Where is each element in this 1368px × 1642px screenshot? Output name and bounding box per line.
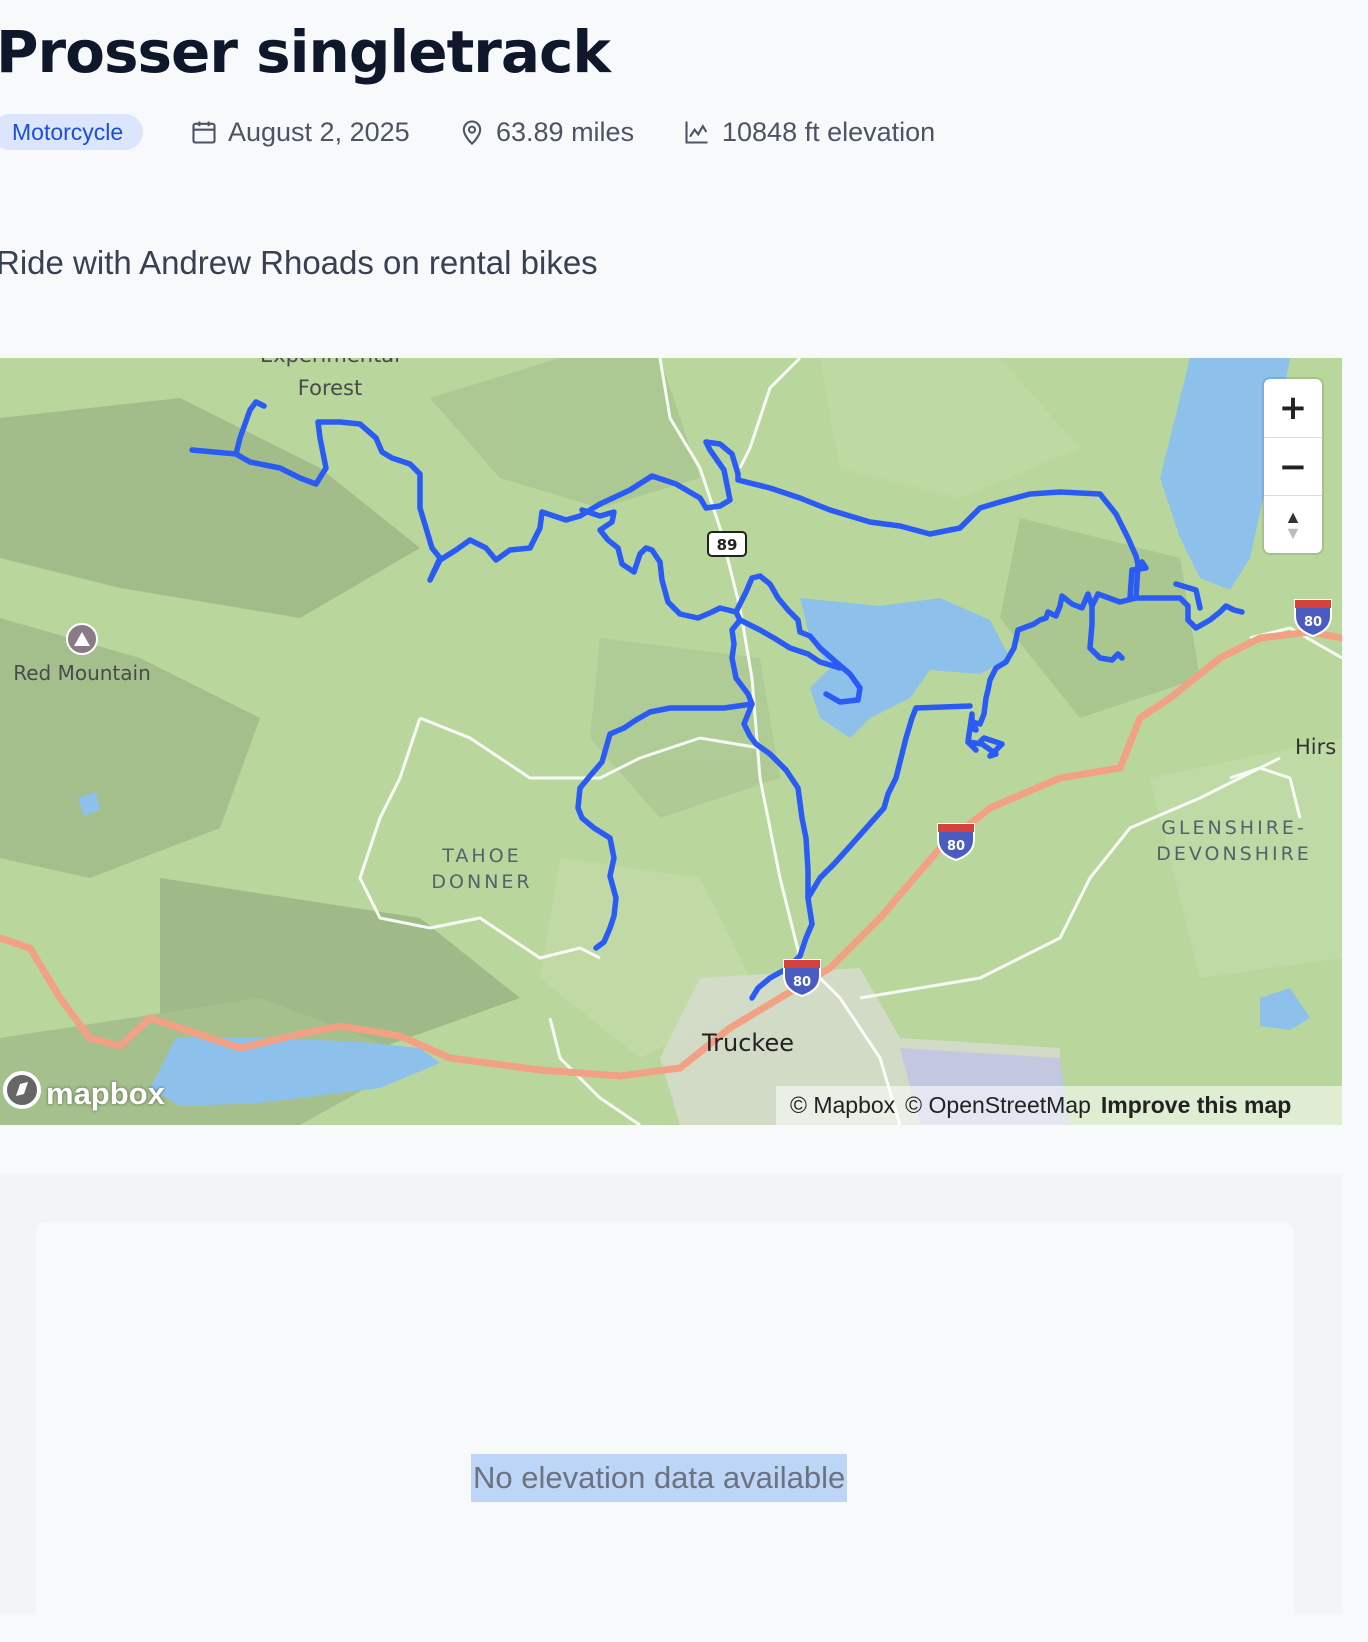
improve-map-link[interactable]: Improve this map [1101,1092,1291,1119]
location-pin-icon [458,118,486,146]
ride-description: Ride with Andrew Rhoads on rental bikes [0,244,598,281]
svg-text:80: 80 [793,975,811,990]
mapbox-logo-text: mapbox [46,1076,165,1111]
svg-text:80: 80 [1304,615,1322,630]
ride-date-text: August 2, 2025 [228,116,410,147]
plus-icon: + [1278,388,1308,428]
calendar-icon [190,118,218,146]
ride-distance: 63.89 miles [458,114,634,150]
activity-type-badge: Motorcycle [0,114,144,150]
attribution-osm-link[interactable]: © OpenStreetMap [905,1092,1091,1119]
label-glenshire: GLENSHIRE- [1161,817,1307,839]
zoom-out-button[interactable]: − [1264,437,1322,496]
label-truckee: Truckee [701,1029,794,1057]
elevation-card [36,1222,1294,1642]
elevation-chart-icon [682,118,712,146]
elevation-empty-message: No elevation data available [471,1454,848,1502]
compass-icon: ▲ ▼ [1284,507,1302,543]
hwy-89-label: 89 [717,536,738,554]
page-title: Prosser singletrack [0,18,611,86]
attribution-mapbox-link[interactable]: © Mapbox [790,1092,895,1119]
label-tahoe: TAHOE [441,845,521,867]
reset-north-button[interactable]: ▲ ▼ [1264,495,1322,554]
mapbox-logo-icon [2,1070,42,1118]
ride-date: August 2, 2025 [190,114,410,150]
label-devonshire: DEVONSHIRE [1156,843,1312,865]
minus-icon: − [1278,447,1308,487]
svg-text:80: 80 [947,839,965,854]
mapbox-logo[interactable]: mapbox [2,1070,165,1118]
map-zoom-controls: + − ▲ ▼ [1264,379,1322,553]
elevation-section [0,1174,1342,1642]
peak-icon [66,623,98,655]
label-hirs: Hirs [1295,735,1336,759]
label-forest: Forest [298,376,362,400]
route-map[interactable]: 89 80 80 80 Experimental Forest Red Moun… [0,358,1342,1125]
ride-elevation-text: 10848 ft elevation [722,116,936,147]
label-red-mountain: Red Mountain [13,661,151,685]
ride-meta: Motorcycle August 2, 2025 63.89 miles 10… [0,114,1352,150]
label-experimental: Experimental [260,358,400,367]
label-donner: DONNER [431,871,532,893]
map-attribution: © Mapbox © OpenStreetMap Improve this ma… [776,1086,1342,1125]
ride-elevation: 10848 ft elevation [682,114,935,150]
zoom-in-button[interactable]: + [1264,379,1322,437]
hwy-89-shield: 89 [707,531,747,557]
map-canvas[interactable]: 89 80 80 80 Experimental Forest Red Moun… [0,358,1342,1125]
ride-distance-text: 63.89 miles [496,116,635,147]
